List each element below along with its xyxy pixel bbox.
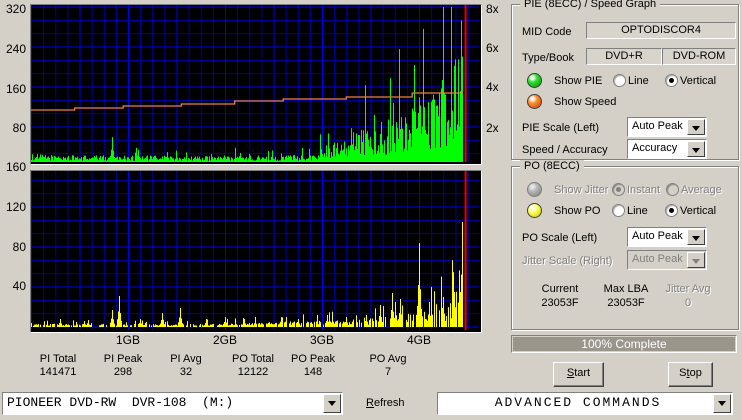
refresh-label-rest: efresh	[373, 397, 405, 409]
show-speed-label: Show Speed	[554, 96, 617, 108]
speed-accuracy-arrow-icon[interactable]	[687, 141, 705, 157]
show-speed-led[interactable]	[527, 94, 542, 109]
po-line-radio[interactable]	[612, 204, 625, 217]
pie-ytick-80: 80	[12, 121, 26, 135]
book-field: DVD-ROM	[662, 48, 736, 65]
show-jitter-led	[527, 182, 542, 197]
pie-speed-graph-canvas	[31, 5, 479, 162]
pie-scale-label: PIE Scale (Left)	[522, 122, 600, 134]
po-ytick-120: 120	[5, 200, 26, 214]
po-groupbox: PO (8ECC) Show Jitter Instant Average Sh…	[511, 160, 739, 330]
mid-code-label: MID Code	[522, 26, 572, 38]
advanced-commands-arrow-icon[interactable]	[713, 394, 731, 413]
pie-ytick-240: 240	[5, 42, 26, 56]
dvdinfopro-window: 320 240 160 80 8x 6x 4x 2x 160 120 80 40…	[0, 0, 742, 420]
speed-ytick-2x: 2x	[486, 121, 499, 135]
po-vertical-radio[interactable]	[665, 204, 678, 217]
xtick-1gb: 1GB	[115, 333, 140, 347]
type-field: DVD+R	[586, 48, 662, 65]
speed-ytick-8x: 8x	[486, 2, 499, 16]
jitter-scale-value: Auto Peak	[632, 253, 683, 265]
jitter-instant-label: Instant	[627, 184, 661, 196]
show-po-label: Show PO	[554, 205, 601, 217]
show-jitter-label: Show Jitter	[554, 184, 609, 196]
pie-scale-arrow-icon[interactable]	[687, 119, 705, 135]
pie-speed-groupbox: PIE (8ECC) / Speed Graph MID Code OPTODI…	[511, 0, 739, 160]
po-graph-canvas	[31, 171, 479, 330]
speed-ytick-4x: 4x	[486, 80, 499, 94]
jitter-avg-label: Jitter Avg	[665, 283, 711, 295]
po-ytick-80: 80	[12, 240, 26, 254]
po-ytick-40: 40	[12, 279, 26, 293]
speed-ytick-6x: 6x	[486, 41, 499, 55]
po-scale-select[interactable]: Auto Peak	[627, 227, 707, 247]
start-label-rest: tart	[574, 367, 591, 379]
current-label: Current	[541, 283, 579, 295]
pie-speed-graph	[30, 4, 482, 165]
jitter-avg-value: 0	[684, 297, 692, 309]
po-scale-value: Auto Peak	[632, 230, 683, 242]
stop-label-pre: S	[679, 367, 687, 379]
stop-label-rest: op	[689, 367, 702, 379]
pie-line-label: Line	[628, 75, 649, 87]
drive-select-arrow-icon[interactable]	[323, 394, 341, 413]
type-book-label: Type/Book	[522, 52, 574, 64]
pie-ytick-320: 320	[5, 2, 26, 16]
po-groupbox-title: PO (8ECC)	[520, 160, 584, 172]
advanced-commands-select[interactable]: ADVANCED COMMANDS	[437, 392, 733, 415]
start-button[interactable]: Start	[553, 362, 604, 387]
speed-accuracy-select[interactable]: Accuracy	[627, 139, 707, 159]
po-ytick-160: 160	[5, 160, 26, 174]
show-po-led[interactable]	[527, 203, 542, 218]
advanced-commands-value: ADVANCED COMMANDS	[494, 395, 662, 410]
jitter-average-label: Average	[681, 184, 722, 196]
po-vertical-label: Vertical	[680, 205, 717, 217]
xtick-4gb: 4GB	[406, 333, 431, 347]
jitter-scale-arrow-icon	[687, 252, 705, 268]
drive-select[interactable]: PIONEER DVD-RW DVR-108 (M:)	[2, 392, 343, 415]
max-lba-label: Max LBA	[603, 283, 649, 295]
current-value: 23053F	[541, 297, 579, 309]
pie-vertical-radio[interactable]	[665, 74, 678, 87]
jitter-scale-label: Jitter Scale (Right)	[522, 255, 613, 267]
refresh-label-underline: R	[366, 397, 374, 409]
speed-accuracy-label: Speed / Accuracy	[522, 144, 608, 156]
pie-scale-value: Auto Peak	[632, 120, 683, 132]
pie-scale-select[interactable]: Auto Peak	[627, 117, 707, 137]
speed-accuracy-value: Accuracy	[632, 142, 678, 154]
jitter-average-radio	[666, 183, 679, 196]
drive-select-value: PIONEER DVD-RW DVR-108 (M:)	[7, 395, 234, 410]
show-pie-label: Show PIE	[554, 75, 603, 87]
refresh-button[interactable]: Refresh	[366, 397, 405, 409]
xtick-3gb: 3GB	[309, 333, 334, 347]
progress-bar-text: 100% Complete	[581, 337, 667, 351]
pie-vertical-label: Vertical	[680, 75, 717, 87]
jitter-instant-radio	[612, 183, 625, 196]
po-scale-label: PO Scale (Left)	[522, 232, 598, 244]
progress-bar: 100% Complete	[511, 335, 737, 353]
pie-groupbox-title: PIE (8ECC) / Speed Graph	[520, 0, 661, 10]
po-line-label: Line	[627, 205, 648, 217]
po-avg-value: 7	[384, 366, 392, 378]
max-lba-value: 23053F	[607, 297, 645, 309]
stop-button[interactable]: Stop	[668, 362, 713, 387]
show-pie-led[interactable]	[527, 73, 542, 88]
xtick-2gb: 2GB	[212, 333, 237, 347]
po-scale-arrow-icon[interactable]	[687, 229, 705, 245]
jitter-scale-select: Auto Peak	[627, 250, 707, 270]
mid-code-field: OPTODISCOR4	[586, 22, 736, 39]
pie-line-radio[interactable]	[613, 74, 626, 87]
po-avg-label: PO Avg	[369, 353, 407, 365]
pie-ytick-160: 160	[5, 82, 26, 96]
po-graph	[30, 170, 482, 333]
